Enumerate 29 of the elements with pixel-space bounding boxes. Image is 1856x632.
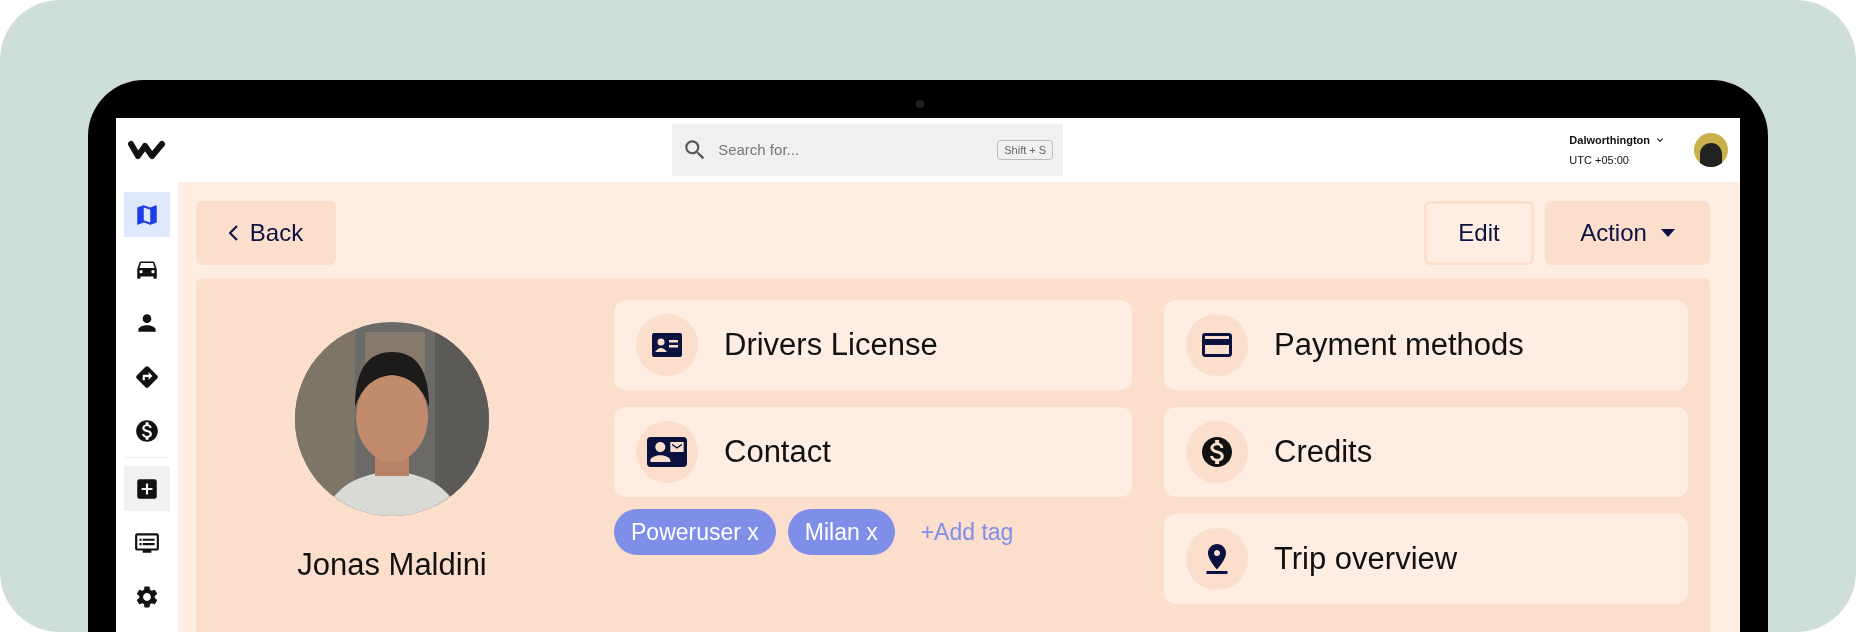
card-label: Contact <box>724 432 831 471</box>
card-label: Credits <box>1274 432 1373 471</box>
card-label: Payment methods <box>1274 325 1524 364</box>
edit-button[interactable]: Edit <box>1424 201 1534 265</box>
shortcut-hint: Shift + S <box>997 139 1054 161</box>
logo-icon <box>128 140 166 160</box>
account-switcher[interactable]: Dalworthington <box>1569 131 1666 148</box>
chevron-left-icon <box>228 225 238 241</box>
dollar-icon <box>134 417 160 444</box>
id-card-icon <box>652 333 682 357</box>
caret-icon <box>1660 229 1675 237</box>
search-input[interactable]: Search for... <box>718 138 988 162</box>
info-card[interactable]: Contact <box>614 407 1132 497</box>
info-card[interactable]: Drivers License <box>614 300 1132 390</box>
sidebar-item[interactable] <box>124 192 170 237</box>
profile-name: Jonas Maldini <box>297 546 487 584</box>
info-card[interactable]: Credits <box>1164 407 1688 497</box>
card-label: Drivers License <box>724 325 938 364</box>
dollar-icon <box>1199 434 1235 470</box>
card-label: Trip overview <box>1274 539 1458 578</box>
info-card[interactable]: Trip overview <box>1164 514 1688 604</box>
search-field[interactable]: Search for... Shift + S <box>672 124 1064 176</box>
info-card[interactable]: Payment methods <box>1164 300 1688 390</box>
timezone-label: UTC +05:00 <box>1569 153 1630 168</box>
avatar[interactable] <box>1694 133 1728 167</box>
sidebar-item[interactable] <box>124 466 170 511</box>
action-button[interactable]: Action <box>1545 201 1710 265</box>
back-button[interactable]: Back <box>196 201 336 265</box>
directions-icon <box>134 363 160 390</box>
